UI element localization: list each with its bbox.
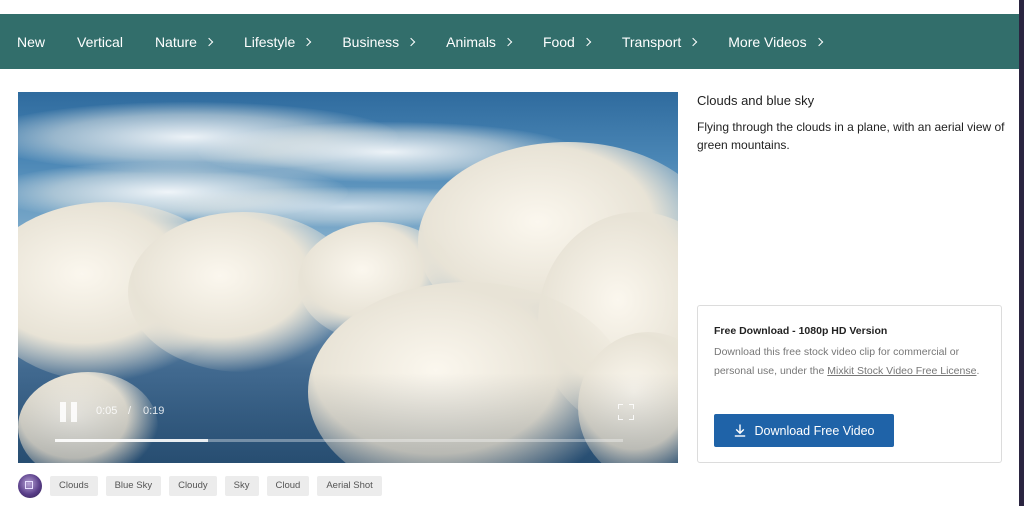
chevron-right-icon [814, 37, 823, 47]
current-time: 0:05 [96, 405, 118, 417]
video-title: Clouds and blue sky [697, 93, 815, 108]
progress-bar[interactable] [55, 439, 623, 442]
download-description: Download this free stock video clip for … [714, 343, 989, 381]
nav-item-label: Animals [446, 33, 496, 50]
video-controls-shade [18, 373, 678, 463]
avatar[interactable] [18, 474, 42, 498]
nav-item-label: More Videos [728, 33, 807, 50]
download-button-label: Download Free Video [754, 423, 875, 438]
tag-cloud[interactable]: Cloud [266, 476, 310, 496]
tag-blue-sky[interactable]: Blue Sky [105, 476, 162, 496]
download-card: Free Download - 1080p HD Version Downloa… [697, 305, 1002, 463]
nav-item-label: Nature [154, 33, 197, 50]
video-description: Flying through the clouds in a plane, wi… [697, 120, 1005, 152]
chevron-right-icon [303, 37, 312, 47]
tag-aerial-shot[interactable]: Aerial Shot [317, 476, 382, 496]
category-navbar: New Vertical Nature Lifestyle Business A… [0, 14, 1019, 69]
nav-item-transport[interactable]: Transport [621, 33, 698, 50]
duration: 0:19 [143, 405, 165, 417]
video-player[interactable]: 0:05 / 0:19 [18, 92, 678, 463]
nav-item-lifestyle[interactable]: Lifestyle [243, 33, 312, 50]
nav-item-label: Lifestyle [243, 33, 296, 50]
tag-cloudy[interactable]: Cloudy [169, 476, 217, 496]
tag-list: Clouds Blue Sky Cloudy Sky Cloud Aerial … [50, 476, 382, 496]
time-separator: / [128, 405, 132, 417]
download-icon [734, 424, 745, 437]
progress-fill [55, 439, 209, 442]
fullscreen-icon[interactable] [618, 404, 634, 420]
chevron-right-icon [204, 37, 214, 47]
nav-item-label: Vertical [77, 33, 123, 50]
download-free-video-button[interactable]: Download Free Video [714, 414, 894, 447]
download-heading: Free Download - 1080p HD Version [714, 325, 888, 337]
chevron-right-icon [406, 37, 416, 47]
nav-item-vertical[interactable]: Vertical [77, 34, 123, 50]
nav-item-new[interactable]: New [17, 34, 45, 50]
chevron-right-icon [503, 37, 513, 47]
nav-item-label: Business [342, 33, 400, 50]
chevron-right-icon [582, 37, 592, 47]
top-strip [0, 0, 1024, 14]
nav-item-label: Transport [621, 33, 682, 50]
tag-clouds[interactable]: Clouds [50, 476, 98, 496]
nav-item-nature[interactable]: Nature [154, 33, 214, 50]
download-text-after: . [976, 365, 980, 377]
nav-item-label: Food [542, 33, 575, 50]
nav-item-label: New [17, 33, 46, 50]
chevron-right-icon [689, 37, 698, 47]
pause-button[interactable] [60, 402, 82, 424]
tag-sky[interactable]: Sky [224, 476, 259, 496]
nav-item-more-videos[interactable]: More Videos [728, 33, 823, 50]
license-link[interactable]: Mixkit Stock Video Free License [827, 365, 976, 377]
nav-item-business[interactable]: Business [342, 33, 416, 50]
window-edge [1019, 0, 1024, 506]
nav-item-food[interactable]: Food [542, 33, 592, 50]
nav-item-animals[interactable]: Animals [446, 33, 513, 50]
